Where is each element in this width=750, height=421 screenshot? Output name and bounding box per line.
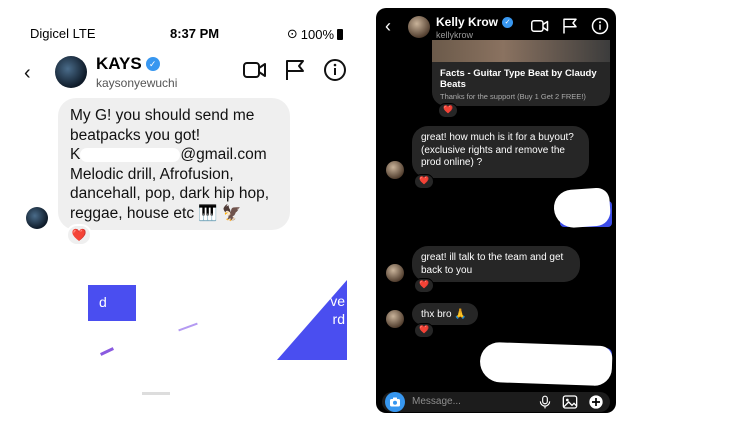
back-icon[interactable]: ‹ <box>385 16 391 37</box>
divider <box>142 392 170 395</box>
email-prefix: K <box>70 146 81 163</box>
battery-icon <box>337 28 343 40</box>
redaction-streak <box>178 322 198 332</box>
shared-post-card[interactable]: Facts - Guitar Type Beat by Claudy Beats… <box>432 40 610 106</box>
contact-name-text: Kelly Krow <box>436 15 499 29</box>
sender-avatar[interactable] <box>386 161 404 179</box>
post-caption: Thanks for the support (Buy 1 Get 2 FREE… <box>440 92 586 101</box>
avatar[interactable] <box>408 16 430 38</box>
flag-icon[interactable] <box>283 58 307 82</box>
message-input[interactable]: Message... <box>412 396 461 407</box>
clock: 8:37 PM <box>170 26 220 41</box>
video-call-icon[interactable] <box>531 17 549 35</box>
post-thumbnail <box>432 40 610 62</box>
message-line: dancehall, pop, dark hip hop, <box>70 185 270 202</box>
message-line: My G! you should send me <box>70 107 255 124</box>
contact-name[interactable]: Kelly Krow ✓ <box>436 15 514 29</box>
header-actions <box>243 58 347 82</box>
fragment-line: rd <box>332 311 345 327</box>
incoming-message[interactable]: great! ill talk to the team and get back… <box>412 246 580 282</box>
left-screenshot: Digicel LTE 8:37 PM ⊙ 100% ‹ KAYS ✓ kays… <box>22 0 347 421</box>
contact-name[interactable]: KAYS ✓ <box>96 54 160 74</box>
verified-badge-icon: ✓ <box>145 57 160 71</box>
camera-icon[interactable] <box>385 392 405 412</box>
heart-reaction[interactable]: ❤️ <box>414 278 434 293</box>
message-line: reggae, house etc 🎹 🦅 <box>70 204 242 222</box>
contact-handle: kaysonyewuchi <box>96 76 178 90</box>
message-line: Melodic drill, Afrofusion, <box>70 165 234 183</box>
right-screenshot: ‹ Kelly Krow ✓ kellykrow Facts - Guitar … <box>376 8 616 413</box>
sender-avatar[interactable] <box>386 264 404 282</box>
fragment-text-right: ve rd <box>330 292 345 328</box>
post-title: Facts - Guitar Type Beat by Claudy Beats <box>440 68 597 90</box>
header-actions <box>531 17 609 35</box>
incoming-message[interactable]: great! how much is it for a buyout? (exc… <box>412 126 589 178</box>
chat-header: ‹ KAYS ✓ kaysonyewuchi <box>22 52 347 92</box>
incoming-message[interactable]: My G! you should send me beatpacks you g… <box>58 98 290 230</box>
info-icon[interactable] <box>323 58 347 82</box>
heart-reaction[interactable]: ❤️ <box>414 323 434 338</box>
status-right: ⊙ 100% <box>287 26 343 42</box>
email-suffix: @gmail.com <box>180 146 267 163</box>
avatar[interactable] <box>55 56 87 88</box>
contact-handle: kellykrow <box>436 30 474 40</box>
fragment-line: ve <box>330 293 345 309</box>
contact-name-text: KAYS <box>96 54 142 73</box>
composer-actions <box>538 394 604 410</box>
message-composer[interactable]: Message... <box>382 392 610 412</box>
redaction-scribble <box>552 187 612 229</box>
gallery-icon[interactable] <box>562 394 578 410</box>
microphone-icon[interactable] <box>538 394 552 410</box>
heart-reaction[interactable]: ❤️ <box>438 103 458 118</box>
video-call-icon[interactable] <box>243 58 267 82</box>
back-icon[interactable]: ‹ <box>24 62 31 85</box>
sender-avatar[interactable] <box>386 310 404 328</box>
flag-icon[interactable] <box>561 17 579 35</box>
carrier-label: Digicel LTE <box>30 26 96 41</box>
redaction-streak <box>100 347 114 356</box>
battery-percent: 100% <box>300 26 334 42</box>
redaction-scribble <box>479 341 613 387</box>
add-icon[interactable] <box>588 394 604 410</box>
message-line: beatpacks you got! <box>70 126 201 144</box>
heart-reaction[interactable]: ❤️ <box>414 174 434 189</box>
incoming-message[interactable]: thx bro 🙏 <box>412 303 478 325</box>
info-icon[interactable] <box>591 17 609 35</box>
verified-badge-icon: ✓ <box>502 16 514 28</box>
redacted-outgoing-fragment: d <box>88 285 136 321</box>
fragment-text: d <box>99 294 107 310</box>
status-bar: Digicel LTE 8:37 PM ⊙ 100% <box>30 26 347 44</box>
redaction-scribble <box>80 147 181 162</box>
sender-avatar[interactable] <box>26 207 48 229</box>
heart-reaction[interactable]: ❤️ <box>66 224 92 246</box>
message-email-line: K @gmail.com <box>70 145 278 165</box>
orientation-lock-icon: ⊙ <box>286 26 298 41</box>
